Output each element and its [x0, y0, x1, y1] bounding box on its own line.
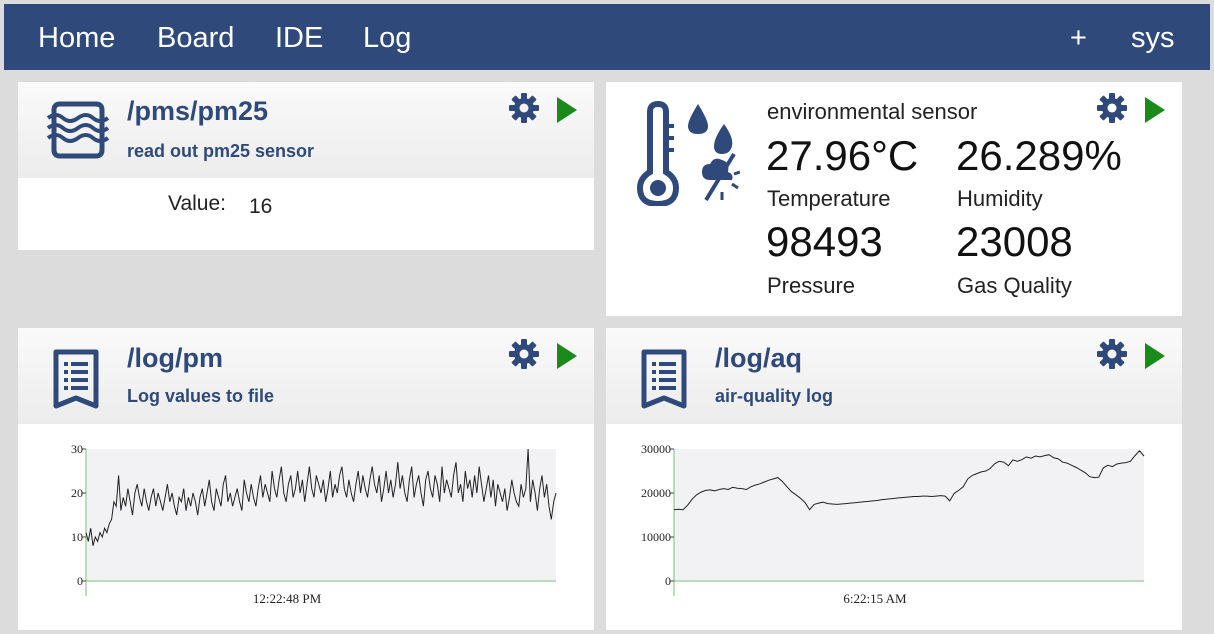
chart-area: 30000 20000 10000 0 6:22:15 AM	[606, 424, 1182, 630]
card-log-aq: /log/aq air-quality log 30000 20000 10000 0…	[606, 328, 1182, 630]
gear-icon[interactable]	[1096, 338, 1128, 370]
y-tick-label: 30	[71, 442, 83, 456]
temperature-label: Temperature	[767, 186, 891, 211]
nav-ide[interactable]: IDE	[275, 21, 323, 55]
gear-icon[interactable]	[508, 338, 540, 370]
y-tick-label: 0	[77, 574, 83, 588]
temperature-value: 27.96°C	[766, 132, 919, 179]
top-nav: Home Board IDE Log + sys	[4, 4, 1210, 70]
y-tick-label: 10000	[641, 530, 671, 544]
y-tick-label: 0	[665, 574, 671, 588]
value-number: 16	[249, 195, 273, 218]
play-button[interactable]	[1143, 95, 1167, 125]
nav-add-button[interactable]: +	[1070, 21, 1087, 55]
env-title: environmental sensor	[767, 99, 978, 124]
humidity-label: Humidity	[957, 186, 1043, 211]
waves-box-icon	[46, 101, 110, 159]
card-title: /log/pm	[127, 343, 223, 373]
play-button[interactable]	[555, 95, 579, 125]
card-title: /pms/pm25	[127, 96, 269, 126]
y-tick-label: 20	[71, 486, 83, 500]
plot-background	[674, 449, 1144, 581]
card-subtitle: read out pm25 sensor	[127, 141, 315, 161]
y-tick-label: 20000	[641, 486, 671, 500]
gear-icon[interactable]	[508, 92, 540, 124]
pm-log-chart: 30 20 10 0 12:22:48 PM	[71, 442, 557, 606]
nav-home[interactable]: Home	[38, 21, 115, 55]
x-axis-label: 6:22:15 AM	[843, 591, 907, 606]
card-env-sensor: environmental sensor 27.96°C 26.289% Tem…	[606, 82, 1182, 316]
nav-board[interactable]: Board	[157, 21, 234, 55]
y-tick-label: 30000	[641, 442, 671, 456]
card-subtitle: Log values to file	[127, 386, 275, 406]
plot-background	[86, 449, 556, 581]
nav-log[interactable]: Log	[363, 21, 411, 55]
nav-sys[interactable]: sys	[1131, 21, 1175, 55]
card-log-pm: /log/pm Log values to file 30 20 10 0 12:22:…	[18, 328, 594, 630]
gas-quality-value: 23008	[956, 218, 1073, 265]
log-document-icon	[641, 349, 687, 409]
card-subtitle: air-quality log	[715, 386, 834, 406]
log-document-icon	[53, 349, 99, 409]
play-button[interactable]	[555, 341, 579, 371]
aq-log-chart: 30000 20000 10000 0 6:22:15 AM	[641, 442, 1145, 606]
x-axis-label: 12:22:48 PM	[253, 591, 322, 606]
pressure-label: Pressure	[767, 273, 856, 298]
gas-quality-label: Gas Quality	[957, 273, 1072, 298]
value-label: Value:	[168, 192, 226, 215]
card-title: /log/aq	[715, 343, 802, 373]
thermometer-weather-icon	[636, 100, 740, 206]
gear-icon[interactable]	[1096, 92, 1128, 124]
card-pm25: /pms/pm25 read out pm25 sensor Value: 16	[18, 82, 594, 250]
humidity-value: 26.289%	[956, 132, 1122, 179]
play-button[interactable]	[1143, 341, 1167, 371]
y-tick-label: 10	[71, 530, 83, 544]
pressure-value: 98493	[766, 218, 883, 265]
chart-area: 30 20 10 0 12:22:48 PM	[18, 424, 594, 630]
